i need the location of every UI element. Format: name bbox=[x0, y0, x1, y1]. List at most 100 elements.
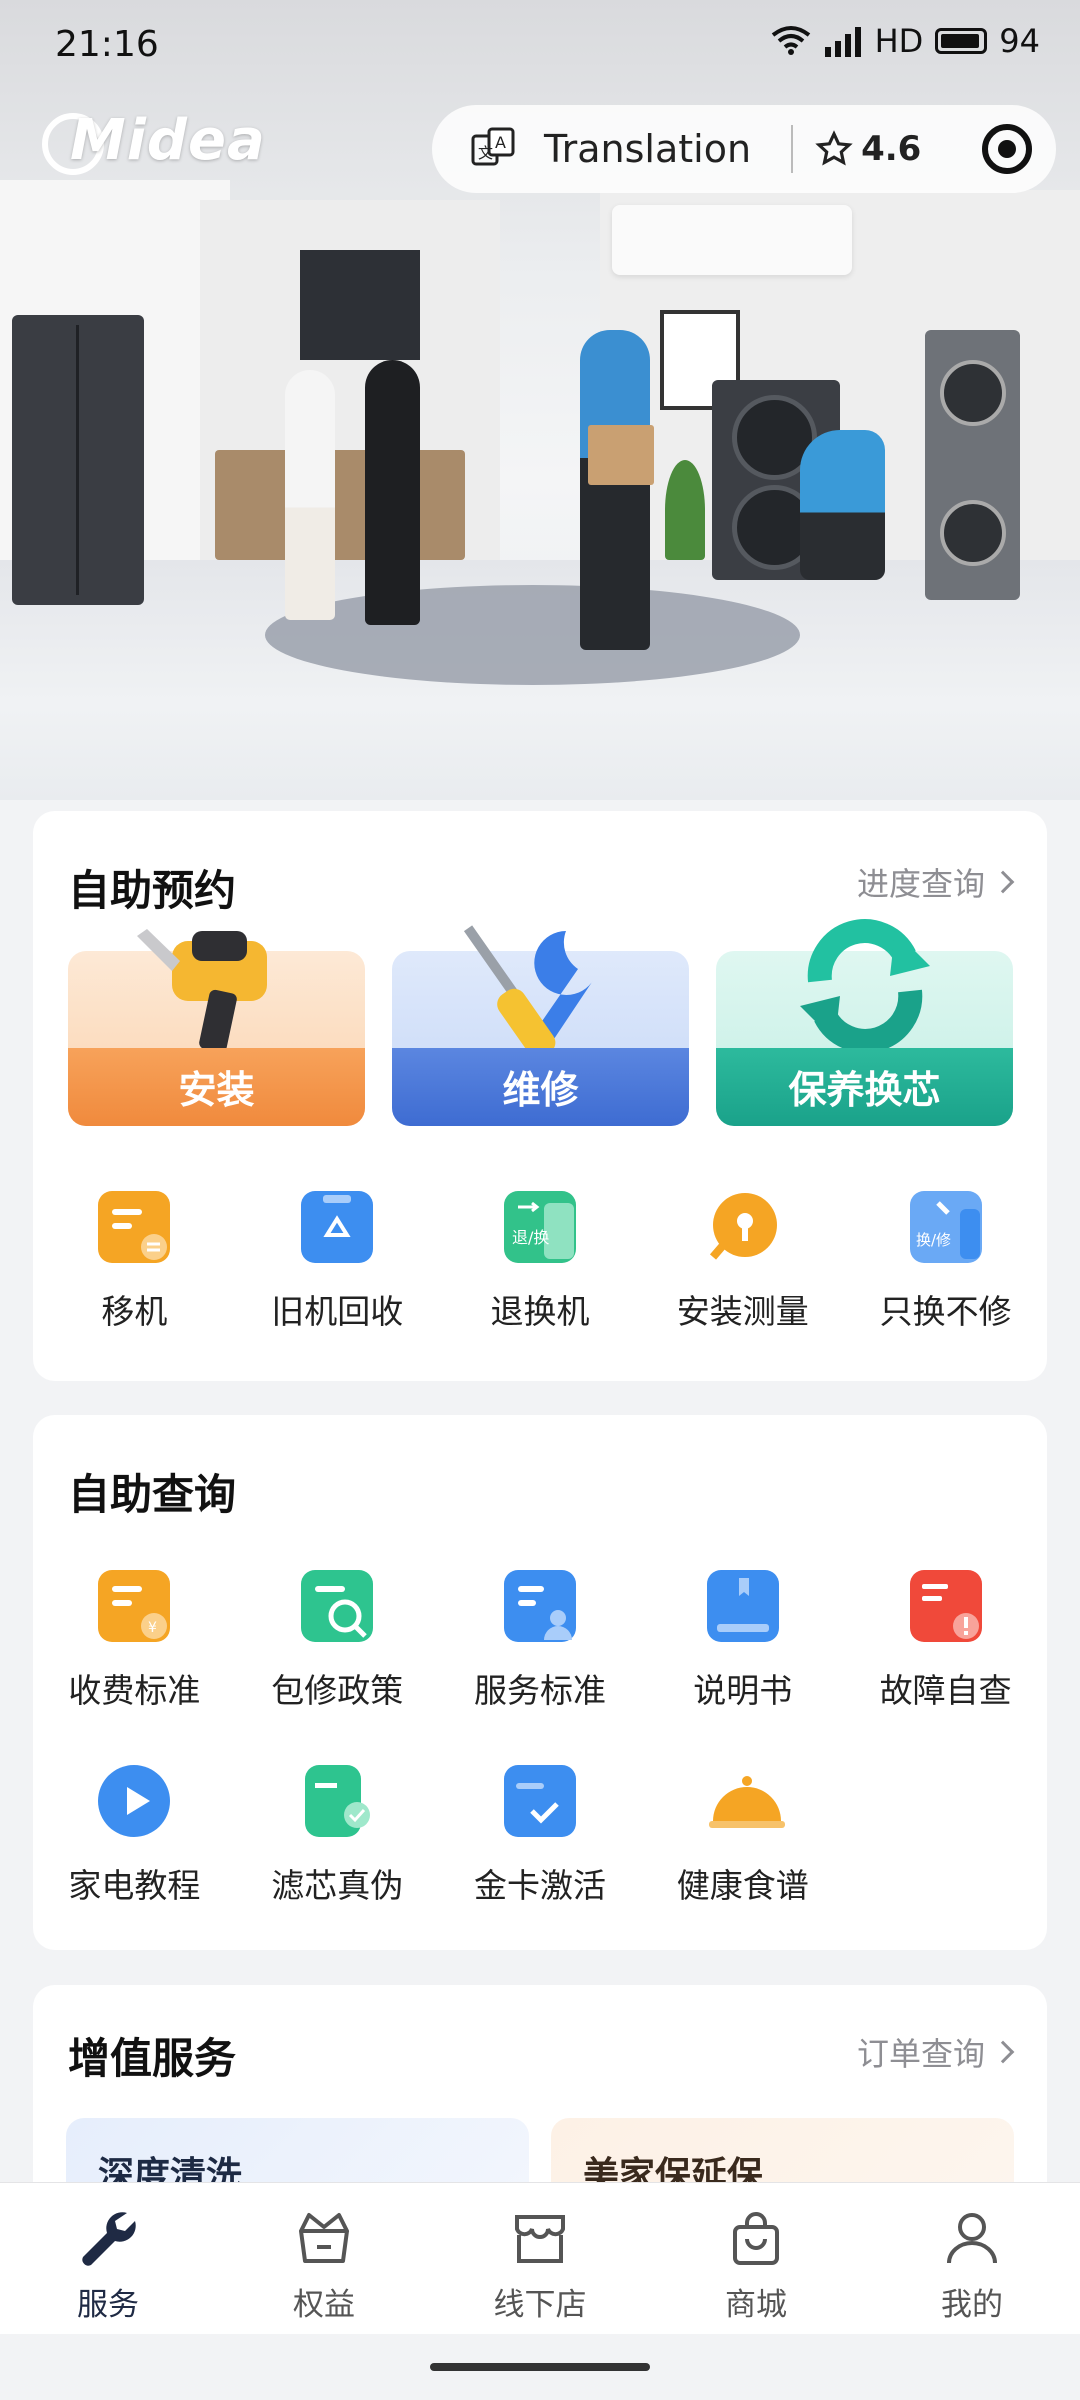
measure-icon bbox=[707, 1191, 779, 1263]
query-item-card-activate[interactable]: 金卡激活 bbox=[439, 1765, 642, 1907]
hd-indicator: HD bbox=[874, 22, 924, 60]
hero-air-conditioner-image bbox=[612, 205, 852, 275]
hero-rug bbox=[265, 585, 800, 685]
fault-check-icon bbox=[909, 1570, 982, 1642]
service-item-move[interactable]: 移机 bbox=[33, 1191, 236, 1333]
value-added-title: 增值服务 bbox=[68, 2034, 237, 2083]
card-activate-icon bbox=[503, 1765, 576, 1837]
nav-service[interactable]: 服务 bbox=[0, 2183, 216, 2334]
nav-profile[interactable]: 我的 bbox=[864, 2183, 1080, 2334]
booking-icon-row: 移机 旧机回收 退/换 退换机 安装测量 换/修 只换不修 bbox=[33, 1191, 1047, 1333]
wrench-screwdriver-icon bbox=[463, 925, 594, 1059]
shopping-bag-icon bbox=[733, 2212, 779, 2265]
query-item-service-standard[interactable]: 服务标准 bbox=[439, 1570, 642, 1712]
hero-plant bbox=[665, 460, 705, 560]
nav-service-label: 服务 bbox=[77, 2287, 139, 2323]
self-booking-card: 自助预约 进度查询 安装 维修 保养换芯 移机 旧机回收 退/换 退换机 安装测… bbox=[33, 811, 1047, 1381]
service-item-install-measure[interactable]: 安装测量 bbox=[641, 1191, 844, 1333]
play-tutorial-icon bbox=[98, 1765, 171, 1837]
query-item-fault-check[interactable]: 故障自查 bbox=[844, 1570, 1047, 1712]
service-standard-icon bbox=[503, 1570, 576, 1642]
self-query-card: 自助查询 ¥ 收费标准 包修政策 服务标准 说明书 故障自查 家电教程 滤芯真伪… bbox=[33, 1415, 1047, 1950]
recycle-icon bbox=[301, 1191, 374, 1263]
install-label: 安装 bbox=[178, 1068, 255, 1112]
nav-offline-store[interactable]: 线下店 bbox=[432, 2183, 648, 2334]
self-booking-title: 自助预约 bbox=[68, 866, 237, 915]
healthy-recipe-label: 健康食谱 bbox=[676, 1866, 809, 1905]
chevron-right-icon bbox=[991, 2040, 1015, 2064]
query-item-appliance-tutorial[interactable]: 家电教程 bbox=[33, 1765, 236, 1907]
chevron-right-icon bbox=[991, 870, 1015, 894]
nav-offline-store-label: 线下店 bbox=[493, 2287, 587, 2323]
nav-profile-label: 我的 bbox=[941, 2287, 1003, 2323]
status-time: 21:16 bbox=[55, 24, 159, 65]
battery-level: 94 bbox=[999, 22, 1040, 60]
booking-tiles: 安装 维修 保养换芯 bbox=[68, 919, 1013, 1126]
home-gesture-bar[interactable] bbox=[430, 2363, 650, 2371]
query-icon-row-2: 家电教程 滤芯真伪 金卡激活 健康食谱 bbox=[33, 1765, 1047, 1907]
status-icons: HD 94 bbox=[771, 22, 1040, 60]
query-item-manual[interactable]: 说明书 bbox=[641, 1570, 844, 1712]
order-query-label[interactable]: 订单查询 bbox=[857, 2029, 985, 2075]
service-item-return-exchange[interactable]: 退/换 退换机 bbox=[439, 1191, 642, 1333]
progress-query-link[interactable]: 进度查询 bbox=[857, 859, 1015, 905]
filter-verify-icon bbox=[305, 1765, 371, 1837]
repair-label: 维修 bbox=[502, 1068, 579, 1112]
translation-label[interactable]: Translation bbox=[544, 127, 751, 171]
nav-mall[interactable]: 商城 bbox=[648, 2183, 864, 2334]
record-target-icon[interactable] bbox=[982, 124, 1032, 174]
svg-text:换/修: 换/修 bbox=[916, 1231, 951, 1249]
refresh-icon bbox=[799, 919, 930, 1053]
washer-door bbox=[940, 360, 1006, 426]
move-label: 移机 bbox=[101, 1292, 168, 1331]
manual-label: 说明书 bbox=[693, 1671, 793, 1710]
query-item-healthy-recipe[interactable]: 健康食谱 bbox=[641, 1765, 844, 1907]
hero-customer-figure bbox=[285, 370, 335, 620]
translate-icon: 文 A bbox=[471, 127, 515, 166]
pill-divider bbox=[791, 125, 794, 173]
rating-value: 4.6 bbox=[861, 129, 922, 169]
query-item-warranty-policy[interactable]: 包修政策 bbox=[236, 1570, 439, 1712]
query-item-fee-standard[interactable]: ¥ 收费标准 bbox=[33, 1570, 236, 1712]
service-item-recycle[interactable]: 旧机回收 bbox=[236, 1191, 439, 1333]
move-machine-icon bbox=[98, 1191, 171, 1263]
hero-cabinet-image bbox=[215, 450, 465, 560]
svg-text:文: 文 bbox=[478, 144, 493, 162]
progress-query-label[interactable]: 进度查询 bbox=[857, 859, 985, 905]
hero-delivery-figure bbox=[580, 330, 650, 650]
warranty-policy-label: 包修政策 bbox=[271, 1671, 404, 1710]
translation-pill[interactable]: 文 A Translation 4.6 bbox=[432, 105, 1056, 193]
query-icon-row-1: ¥ 收费标准 包修政策 服务标准 说明书 故障自查 bbox=[33, 1570, 1047, 1712]
svg-text:¥: ¥ bbox=[148, 1620, 157, 1636]
svg-text:退/换: 退/换 bbox=[512, 1228, 549, 1247]
status-bar: 21:16 HD 94 bbox=[0, 0, 1080, 90]
swap-only-label: 只换不修 bbox=[879, 1292, 1012, 1331]
battery-icon bbox=[935, 28, 988, 54]
wrench-icon bbox=[82, 2212, 136, 2266]
fee-standard-label: 收费标准 bbox=[68, 1671, 201, 1710]
repair-tile[interactable]: 维修 bbox=[392, 925, 689, 1126]
service-item-swap-only[interactable]: 换/修 只换不修 bbox=[844, 1191, 1047, 1333]
nav-benefits[interactable]: 权益 bbox=[216, 2183, 432, 2334]
maintenance-filter-tile[interactable]: 保养换芯 bbox=[716, 919, 1013, 1126]
hero-range-hood-image bbox=[300, 250, 420, 360]
drill-icon bbox=[136, 929, 267, 1053]
install-tile[interactable]: 安装 bbox=[68, 929, 365, 1126]
hero-staff-figure bbox=[365, 360, 420, 625]
cloche-icon bbox=[707, 1765, 785, 1837]
warranty-policy-icon bbox=[301, 1570, 374, 1642]
return-exchange-label: 退换机 bbox=[490, 1292, 590, 1331]
tutorial-label: 家电教程 bbox=[68, 1866, 201, 1905]
basket-icon bbox=[299, 2213, 349, 2263]
rating-button[interactable]: 4.6 bbox=[815, 129, 921, 169]
hero-delivery-box bbox=[588, 425, 654, 485]
store-icon bbox=[515, 2215, 565, 2263]
query-item-filter-verify[interactable]: 滤芯真伪 bbox=[236, 1765, 439, 1907]
fee-standard-icon: ¥ bbox=[98, 1570, 171, 1642]
order-query-link[interactable]: 订单查询 bbox=[857, 2029, 1015, 2075]
self-query-title: 自助查询 bbox=[68, 1470, 237, 1519]
hero-technician-figure bbox=[800, 430, 885, 580]
star-icon bbox=[815, 130, 853, 166]
service-standard-label: 服务标准 bbox=[473, 1671, 606, 1710]
signal-icon bbox=[824, 27, 861, 57]
